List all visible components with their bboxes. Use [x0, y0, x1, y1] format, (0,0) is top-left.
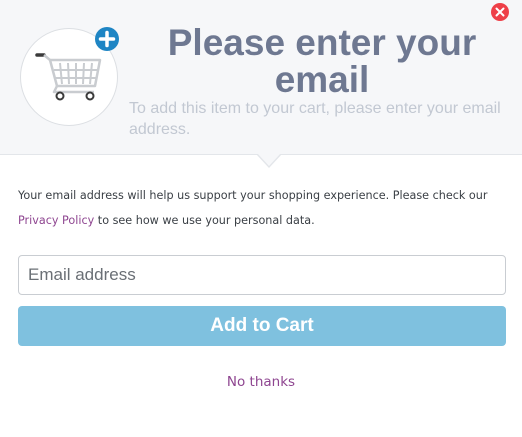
add-to-cart-button[interactable]: Add to Cart [18, 306, 506, 346]
modal-title: Please enter your email [167, 22, 477, 100]
plus-icon [98, 30, 116, 48]
modal-subtitle: To add this item to your cart, please en… [129, 100, 501, 138]
privacy-disclaimer: Your email address will help us support … [18, 183, 510, 233]
privacy-policy-link[interactable]: Privacy Policy [18, 214, 94, 227]
email-capture-modal: Please enter your email To add this item… [0, 0, 522, 437]
close-button[interactable] [491, 3, 509, 21]
disclaimer-text-end: to see how we use your personal data. [94, 214, 315, 227]
plus-badge [95, 27, 119, 51]
no-thanks-link[interactable]: No thanks [0, 374, 522, 390]
shopping-cart-icon [35, 53, 102, 101]
email-field[interactable] [18, 255, 506, 295]
disclaimer-text-start: Your email address will help us support … [18, 189, 488, 202]
header-notch-fill [257, 153, 281, 166]
close-icon [495, 7, 505, 17]
